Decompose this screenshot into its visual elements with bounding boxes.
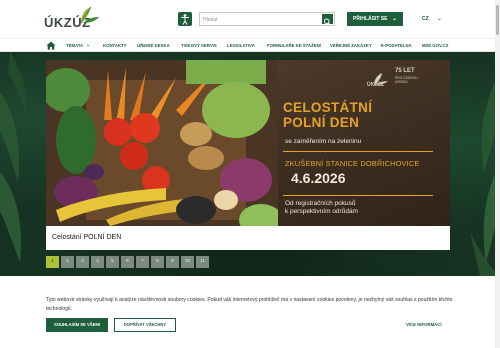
cookie-banner <box>0 284 500 348</box>
leaf-logo-icon <box>80 6 99 24</box>
scrollbar-track[interactable] <box>495 0 500 348</box>
page-button[interactable]: 2 <box>61 256 74 268</box>
foliage-decoration <box>0 52 27 262</box>
page-button[interactable]: 11 <box>196 256 209 268</box>
banner-title-line1: Celostátní <box>283 100 373 115</box>
page-button[interactable]: 6 <box>121 256 134 268</box>
more-info-link[interactable]: VÍCE INFORMACÍ <box>406 322 442 327</box>
nav-item-verejne-zakazky[interactable]: VEŘEJNÉ ZAKÁZKY <box>330 42 372 49</box>
anniversary-subtitle: PRO ČESKOU ÚRODU <box>395 76 418 84</box>
login-label: PŘIHLÁSIT SE <box>353 16 388 22</box>
page-button[interactable]: 10 <box>181 256 194 268</box>
nav-item-formulare[interactable]: FORMULÁŘE KE STAŽENÍ <box>267 42 321 49</box>
page-button[interactable]: 8 <box>151 256 164 268</box>
login-button[interactable]: PŘIHLÁSIT SE ⌄ <box>347 12 403 26</box>
page-button[interactable]: 9 <box>166 256 179 268</box>
main-nav: TÉMATA ⌄ KONTAKTY ÚŘEDNÍ DESKA TISKOVÝ S… <box>0 38 500 52</box>
site-header: ÚKZÚZ PŘIHLÁSIT SE ⌄ CZ ⌄ <box>0 0 500 36</box>
accept-all-cookies-button[interactable]: SOUHLASÍM SE VŠEMI <box>46 318 108 332</box>
anniversary-years: 75 LET <box>395 68 415 74</box>
banner-extra-line2: k perspektivním odrůdám <box>285 208 358 215</box>
anniversary-logo-text: ÚKZÚZ <box>367 82 384 88</box>
search-icon <box>323 18 331 26</box>
home-icon[interactable] <box>46 41 56 50</box>
foliage-decoration <box>470 72 500 276</box>
vegetables-image <box>46 60 278 226</box>
site-logo[interactable]: ÚKZÚZ <box>44 5 104 33</box>
banner-extra-line1: Od registračních pokusů <box>285 200 356 207</box>
page-button[interactable]: 5 <box>106 256 119 268</box>
divider <box>283 151 433 152</box>
banner-station: ZKUŠEBNÍ STANICE DOBŘICHOVICE <box>285 159 420 168</box>
customize-cookies-button[interactable]: DOPŘÍVAT VŠECHNY <box>114 318 176 332</box>
page-button[interactable]: 3 <box>76 256 89 268</box>
banner-title: Celostátní POLNÍ DEN <box>283 100 372 130</box>
nav-item-legislativa[interactable]: LEGISLATIVA <box>227 42 255 49</box>
page-button[interactable]: 4 <box>91 256 104 268</box>
nav-item-kontakty[interactable]: KONTAKTY <box>103 42 127 49</box>
nav-item-temata[interactable]: TÉMATA <box>66 42 83 49</box>
nav-item-e-podatelna[interactable]: E-PODATELNA <box>381 42 412 49</box>
banner-date: 4.6.2026 <box>291 170 346 186</box>
page-button[interactable]: 7 <box>136 256 149 268</box>
nav-item-uredni-deska[interactable]: ÚŘEDNÍ DESKA <box>137 42 170 49</box>
scrollbar-thumb[interactable] <box>496 5 499 35</box>
search-input[interactable] <box>203 14 315 25</box>
divider <box>283 195 433 196</box>
slide-caption[interactable]: Celostání POLNÍ DEN <box>46 226 450 250</box>
slide-caption-text: Celostání POLNÍ DEN <box>52 234 122 241</box>
accessibility-icon[interactable] <box>178 12 192 26</box>
banner-title-line2: POLNÍ DEN <box>283 115 360 130</box>
nav-item-tiskovy-servis[interactable]: TISKOVÝ SERVIS <box>181 42 217 49</box>
search-box <box>199 12 335 26</box>
chevron-down-icon: ⌄ <box>391 16 397 22</box>
language-selector[interactable]: CZ <box>422 12 429 26</box>
banner-subtitle: se zaměřením na zeleninu <box>285 138 362 145</box>
chevron-down-icon: ⌄ <box>86 42 91 48</box>
cookie-text: Tyto webové stránky využívají k analýze … <box>46 297 453 312</box>
nav-item-mze[interactable]: MZE.GOV.CZ <box>422 42 448 49</box>
chevron-down-icon: ⌄ <box>437 16 443 22</box>
search-button[interactable] <box>322 14 333 26</box>
page-button[interactable]: 1 <box>46 256 59 268</box>
